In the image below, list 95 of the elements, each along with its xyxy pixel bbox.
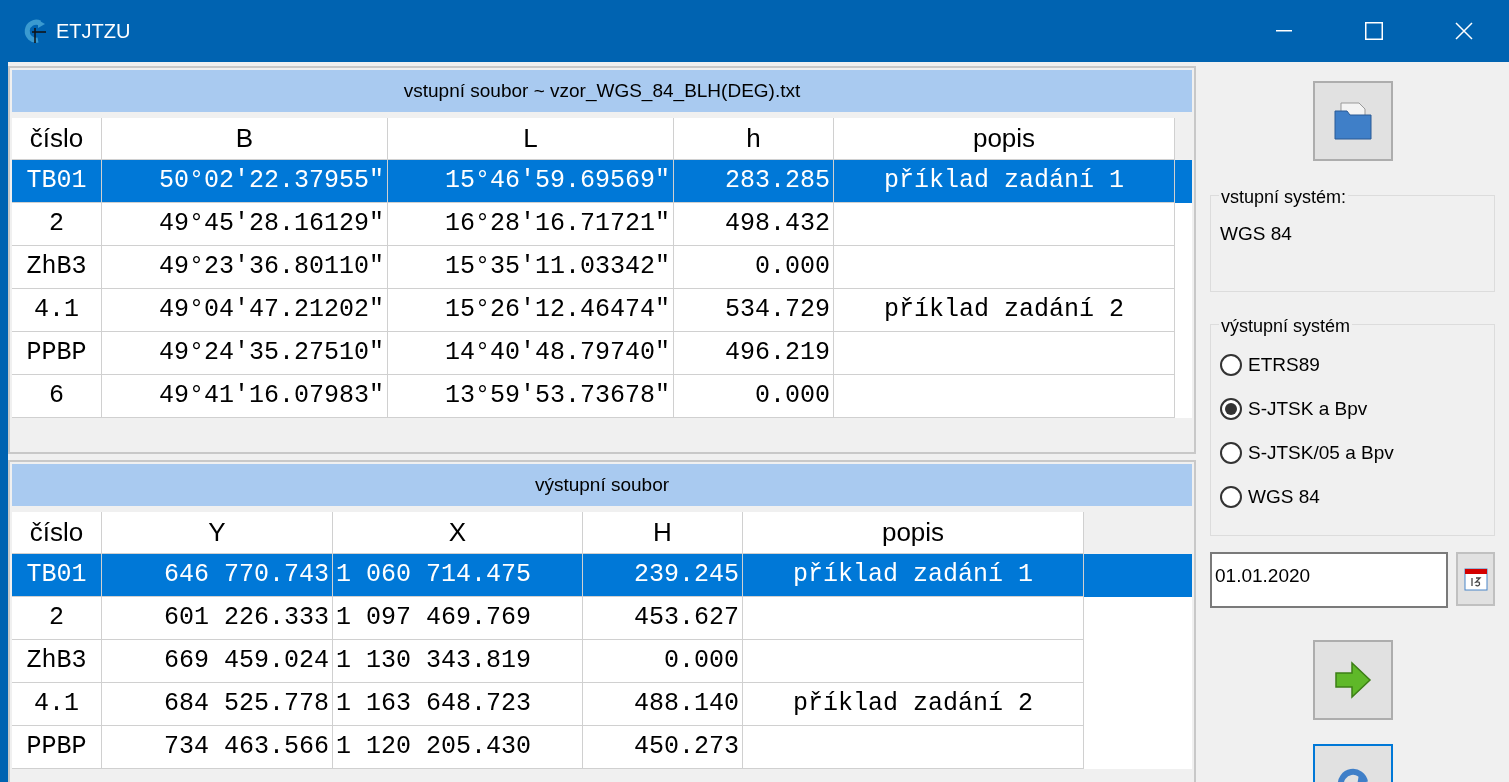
table-row[interactable]: TB01 646 770.743 1 060 714.475 239.245 příklad zadání 1 — [12, 554, 1192, 597]
radio-button[interactable] — [1220, 442, 1242, 464]
close-icon — [1455, 22, 1473, 40]
table-cell-text: 496.219 — [724, 337, 830, 370]
table-cell-text: 4.1 — [34, 688, 79, 721]
radio-label: S-JTSK/05 a Bpv — [1248, 440, 1394, 465]
table-cell-text: 488.140 — [633, 688, 739, 721]
table-cell-text: 1 120 205.430 — [336, 731, 532, 764]
table-cell-text: 2 — [49, 602, 64, 635]
column-header[interactable]: číslo — [12, 118, 102, 160]
date-field[interactable]: 01.01.2020 — [1210, 552, 1448, 608]
table-cell-text: 16°28'16.71721" — [444, 208, 670, 241]
app-icon — [22, 18, 48, 44]
table-cell-text: 14°40'48.79740" — [444, 337, 670, 370]
table-cell-text: 49°41'16.07983" — [158, 380, 384, 413]
radio-option[interactable]: S-JTSK/05 a Bpv — [1220, 437, 1485, 469]
radio-option[interactable]: S-JTSK a Bpv — [1220, 393, 1485, 425]
radio-option[interactable]: ETRS89 — [1220, 349, 1485, 381]
table-cell-text: 49°04'47.21202" — [158, 294, 384, 327]
table-cell-text: 239.245 — [633, 559, 739, 592]
table-row[interactable]: PPBP 49°24'35.27510" 14°40'48.79740" 496.219 — [12, 332, 1192, 375]
column-header[interactable]: B — [102, 118, 388, 160]
radio-button[interactable] — [1220, 354, 1242, 376]
convert-button[interactable] — [1312, 640, 1393, 720]
column-header[interactable]: popis — [743, 512, 1084, 554]
table-row[interactable]: 4.1 49°04'47.21202" 15°26'12.46474" 534.729 příklad zadání 2 — [12, 289, 1192, 332]
column-header[interactable]: L — [388, 118, 674, 160]
table-cell-text: 15°35'11.03342" — [444, 251, 670, 284]
table-cell-text: 13°59'53.73678" — [444, 380, 670, 413]
table-cell-text: 49°24'35.27510" — [158, 337, 384, 370]
table-cell-text: 4.1 — [34, 294, 79, 327]
panel-header: vstupní soubor ~ vzor_WGS_84_BLH(DEG).txt — [12, 70, 1192, 112]
radio-option[interactable]: WGS 84 — [1220, 481, 1485, 513]
table-cell-text: PPBP — [26, 337, 87, 370]
table-row[interactable]: ZhB3 669 459.024 1 130 343.819 0.000 — [12, 640, 1192, 683]
table-cell-text: 49°45'28.16129" — [158, 208, 384, 241]
table-cell-text: 1 097 469.769 — [336, 602, 532, 635]
input-system-value: WGS 84 — [1220, 223, 1292, 244]
table-cell-text: příklad zadání 1 — [792, 559, 1033, 592]
panel-header: výstupní soubor — [12, 464, 1192, 506]
radio-label: ETRS89 — [1248, 352, 1320, 377]
column-header[interactable]: X — [333, 512, 583, 554]
table-cell-text: 534.729 — [724, 294, 830, 327]
table-cell-text: 2 — [49, 208, 64, 241]
table-cell-text: ZhB3 — [26, 645, 87, 678]
calendar-icon — [1463, 567, 1488, 591]
table-cell-text: 1 130 343.819 — [336, 645, 532, 678]
table-cell-text: 669 459.024 — [163, 645, 329, 678]
table-cell-text: příklad zadání 1 — [883, 165, 1124, 198]
radio-button[interactable] — [1220, 398, 1242, 420]
table-cell-text: 1 163 648.723 — [336, 688, 532, 721]
table-cell-text: 646 770.743 — [163, 559, 329, 592]
table-cell-text: 49°23'36.80110" — [158, 251, 384, 284]
minimize-icon — [1276, 30, 1292, 32]
table-cell-text: příklad zadání 2 — [792, 688, 1033, 721]
column-header[interactable]: číslo — [12, 512, 102, 554]
maximize-icon — [1365, 22, 1383, 40]
table-cell-text: 0.000 — [755, 251, 830, 284]
column-header[interactable]: h — [674, 118, 834, 160]
table-cell-text: PPBP — [26, 731, 87, 764]
column-header[interactable]: H — [583, 512, 743, 554]
table-cell-text: 283.285 — [724, 165, 830, 198]
table-cell-text: ZhB3 — [26, 251, 87, 284]
table-cell-text: TB01 — [26, 559, 87, 592]
table-cell-text: 6 — [49, 380, 64, 413]
table-cell-text: příklad zadání 2 — [883, 294, 1124, 327]
table-cell-text: 450.273 — [633, 731, 739, 764]
table-cell-text: 0.000 — [664, 645, 739, 678]
arrow-right-icon — [1333, 661, 1372, 699]
column-header[interactable]: Y — [102, 512, 333, 554]
window-title: ETJTZU — [56, 19, 131, 44]
table-cell-text: 15°26'12.46474" — [444, 294, 670, 327]
table-row[interactable]: 6 49°41'16.07983" 13°59'53.73678" 0.000 — [12, 375, 1192, 418]
table-cell-text: 1 060 714.475 — [336, 559, 532, 592]
table-cell-text: TB01 — [26, 165, 87, 198]
table-cell-text: 684 525.778 — [163, 688, 329, 721]
column-header[interactable]: popis — [834, 118, 1175, 160]
radio-label: WGS 84 — [1248, 484, 1320, 509]
table-row[interactable]: 2 49°45'28.16129" 16°28'16.71721" 498.432 — [12, 203, 1192, 246]
table-cell-text: 734 463.566 — [163, 731, 329, 764]
table-row[interactable]: ZhB3 49°23'36.80110" 15°35'11.03342" 0.000 — [12, 246, 1192, 289]
radio-label: S-JTSK a Bpv — [1248, 396, 1368, 421]
table-cell-text: 498.432 — [724, 208, 830, 241]
open-file-button[interactable] — [1312, 81, 1393, 161]
table-row[interactable]: 2 601 226.333 1 097 469.769 453.627 — [12, 597, 1192, 640]
table-cell-text: 50°02'22.37955" — [158, 165, 384, 198]
calendar-button[interactable] — [1456, 552, 1495, 606]
radio-button[interactable] — [1220, 486, 1242, 508]
table-row[interactable]: TB01 50°02'22.37955" 15°46'59.69569" 283.285 příklad zadání 1 — [12, 160, 1192, 203]
table-cell-text: 0.000 — [755, 380, 830, 413]
table-row[interactable]: 4.1 684 525.778 1 163 648.723 488.140 příklad zadání 2 — [12, 683, 1192, 726]
table-cell-text: 453.627 — [633, 602, 739, 635]
table-row[interactable]: PPBP 734 463.566 1 120 205.430 450.273 — [12, 726, 1192, 769]
table-cell-text: 15°46'59.69569" — [444, 165, 670, 198]
table-cell-text: 601 226.333 — [163, 602, 329, 635]
